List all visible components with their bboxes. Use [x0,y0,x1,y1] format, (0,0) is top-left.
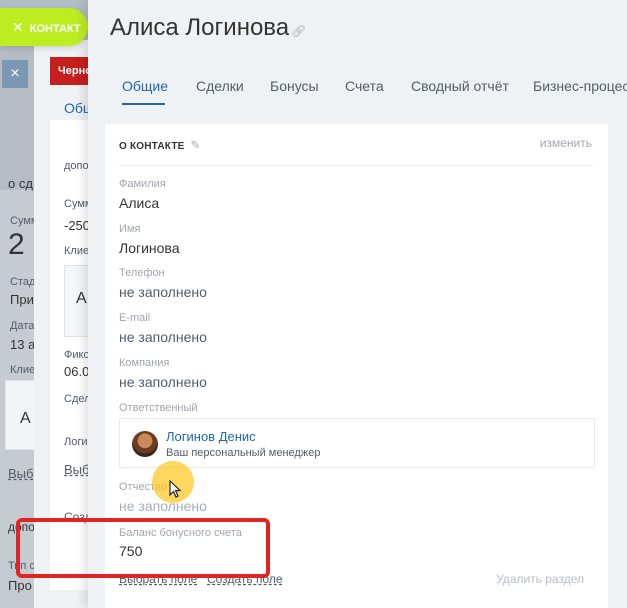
close-icon: ✕ [12,19,24,35]
responsible-person-box: Логинов Денис Ваш персональный менеджер [119,418,595,468]
bg-text: Логи [64,436,88,448]
bg-text: Клие [64,245,90,257]
bg-text: 06.0 [64,364,90,379]
page-title: Алиса Логинова 🔗︎ [110,14,306,42]
field-label-company: Компания [119,357,170,369]
link-icon[interactable]: 🔗︎ [291,24,306,38]
contact-slider: Алиса Логинова 🔗︎ Общие Сделки Бонусы Сче… [88,0,627,608]
bg-text: 13 а [10,337,36,352]
bg-text: Фикс [64,349,89,361]
contact-name: Алиса Логинова [110,14,290,41]
delete-section-link[interactable]: Удалить раздел [496,572,584,586]
tab-invoices[interactable]: Счета [345,78,384,94]
field-value-lastname[interactable]: Алиса [119,195,159,211]
contact-close-button[interactable]: ✕ КОНТАКТ [0,8,88,46]
bg-text: 2 [8,228,25,261]
bg-text: допо [64,160,89,172]
field-value-phone[interactable]: не заполнено [119,284,207,300]
field-label-phone: Телефон [119,267,165,279]
change-link[interactable]: изменить [540,136,592,150]
tab-summary-report[interactable]: Сводный отчёт [411,78,509,94]
bg-text: Стад [10,276,36,288]
field-value-email[interactable]: не заполнено [119,329,207,345]
bg-text: Сумм [64,198,90,210]
mouse-cursor-icon [169,479,182,498]
close-icon[interactable]: × [2,60,28,88]
contact-button-label: КОНТАКТ [29,23,81,35]
pencil-icon[interactable]: ✎ [191,138,201,152]
section-title: О КОНТАКТЕ [119,141,185,152]
tab-bonuses[interactable]: Бонусы [270,78,319,94]
responsible-subtitle: Ваш персональный менеджер [166,447,321,459]
bg-text: -250 [64,218,90,233]
tab-business-processes[interactable]: Бизнес-процессы [533,78,627,94]
bg-text: При [10,292,34,307]
tab-general[interactable]: Общие [122,78,168,94]
bg-tab: Общ [64,100,88,116]
responsible-name-link[interactable]: Логинов Денис [166,429,256,444]
bg-text: А [76,290,87,307]
section-heading: О КОНТАКТЕ ✎ [119,138,201,152]
field-label-firstname: Имя [119,223,141,235]
tab-deals[interactable]: Сделки [196,78,244,94]
divider [119,165,593,166]
field-label-email: E-mail [119,312,151,324]
bg-text: Выб [8,466,34,481]
bg-text: о сд [8,176,33,191]
active-tab-indicator [122,103,165,105]
bg-text: А [20,410,31,427]
field-value-firstname[interactable]: Логинова [119,240,179,256]
field-value-company[interactable]: не заполнено [119,374,207,390]
avatar[interactable] [132,431,158,457]
bg-text: Дата [10,320,35,332]
background-red-button[interactable]: Черно [50,57,90,85]
field-label-responsible: Ответственный [119,402,198,414]
bg-text: Про [8,578,32,593]
bg-text: Выб [64,462,90,477]
bonus-balance-highlight-box [16,518,270,578]
bg-text: Сдел [64,393,90,405]
bg-text: Клие [10,364,36,376]
field-label-lastname: Фамилия [119,178,166,190]
